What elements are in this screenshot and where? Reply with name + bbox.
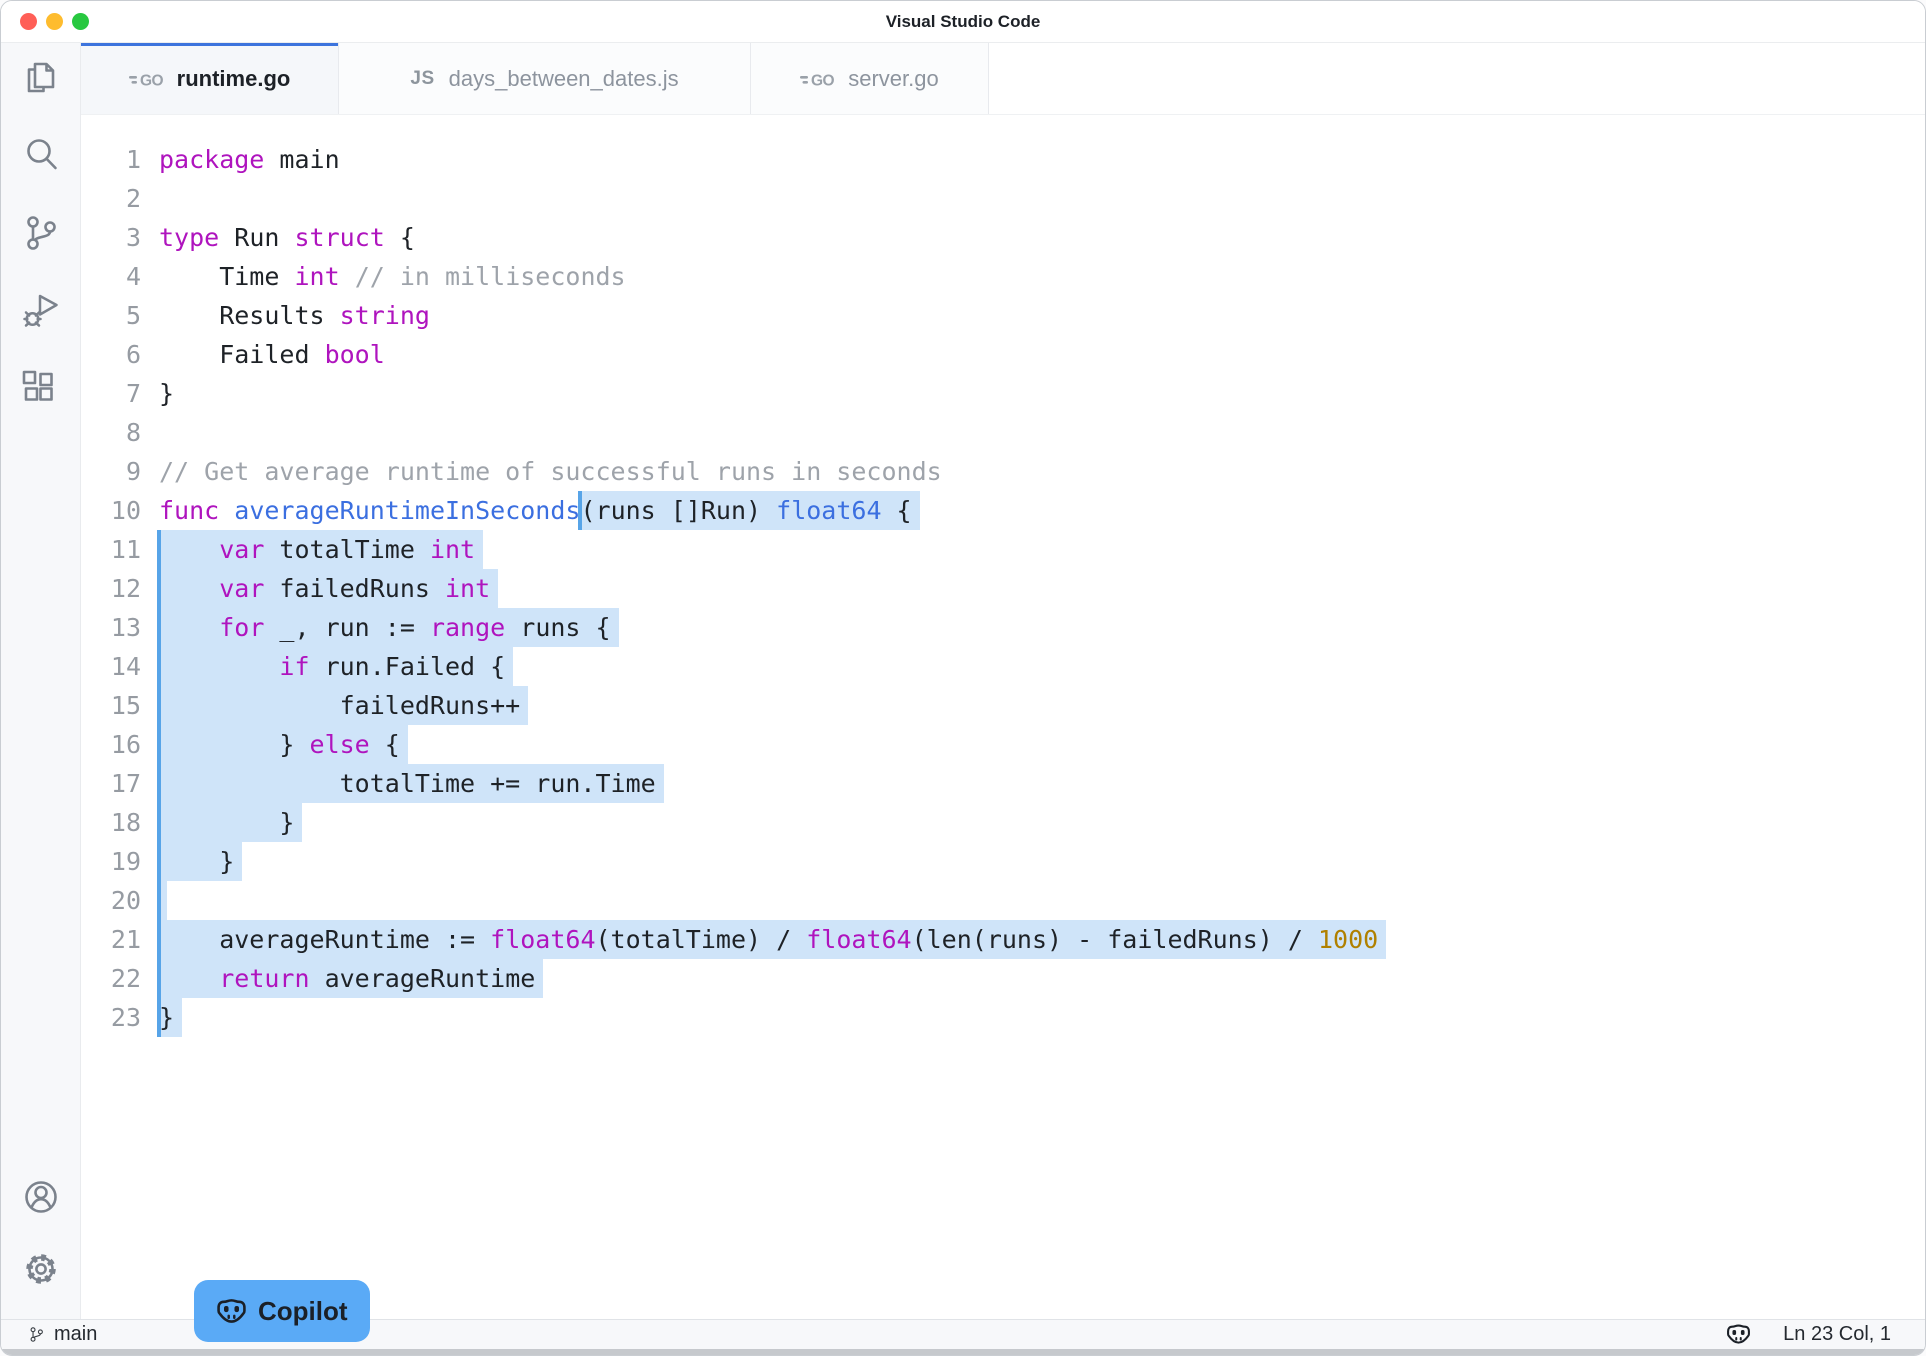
account-icon[interactable] <box>19 1175 63 1219</box>
code-line[interactable]: 1 package main <box>81 140 1925 179</box>
explorer-icon[interactable] <box>19 55 63 99</box>
code-text: if run.Failed { <box>159 652 505 681</box>
tab-runtime-go[interactable]: runtime.go <box>81 43 339 114</box>
code-line[interactable]: 12 var failedRuns int <box>81 569 1925 608</box>
code-text: } <box>159 808 294 837</box>
branch-icon <box>27 1325 46 1344</box>
copilot-label: Copilot <box>258 1296 348 1327</box>
code-line[interactable]: 14 if run.Failed { <box>81 647 1925 686</box>
line-number: 9 <box>81 457 141 486</box>
line-number: 17 <box>81 769 141 798</box>
line-number: 22 <box>81 964 141 993</box>
go-file-icon <box>129 69 163 89</box>
line-number: 2 <box>81 184 141 213</box>
cursor-position[interactable]: Ln 23 Col, 1 <box>1783 1323 1891 1346</box>
code-text: func averageRuntimeInSeconds(runs []Run)… <box>159 496 912 525</box>
code-text: } <box>159 379 174 408</box>
search-icon[interactable] <box>19 133 63 177</box>
line-number: 21 <box>81 925 141 954</box>
activity-bar <box>1 43 81 1321</box>
copilot-badge[interactable]: Copilot <box>194 1280 370 1342</box>
code-text: package main <box>159 145 340 174</box>
code-editor[interactable]: 1package main23type Run struct {4 Time i… <box>81 115 1925 1321</box>
code-line[interactable]: 2 <box>81 179 1925 218</box>
code-line[interactable]: 8 <box>81 413 1925 452</box>
code-line[interactable]: 4 Time int // in milliseconds <box>81 257 1925 296</box>
branch-indicator[interactable]: main <box>1 1323 97 1346</box>
branch-name: main <box>54 1323 97 1346</box>
tab-label: server.go <box>848 66 939 92</box>
line-number: 19 <box>81 847 141 876</box>
source-control-icon[interactable] <box>19 211 63 255</box>
vscode-window: Visual Studio Code <box>0 0 1926 1356</box>
code-text: // Get average runtime of successful run… <box>159 457 942 486</box>
code-line[interactable]: 22 return averageRuntime <box>81 959 1925 998</box>
code-line[interactable]: 23} <box>81 998 1925 1037</box>
code-line[interactable]: 17 totalTime += run.Time <box>81 764 1925 803</box>
code-text: } <box>159 1003 174 1032</box>
code-text: failedRuns++ <box>159 691 520 720</box>
line-number: 23 <box>81 1003 141 1032</box>
settings-gear-icon[interactable] <box>19 1247 63 1291</box>
line-number: 16 <box>81 730 141 759</box>
go-file-icon <box>800 69 834 89</box>
line-number: 13 <box>81 613 141 642</box>
tab-bar: runtime.go JS days_between_dates.js serv… <box>81 43 1925 115</box>
line-number: 4 <box>81 262 141 291</box>
window-bottom-edge <box>1 1349 1925 1355</box>
code-text: Failed bool <box>159 340 385 369</box>
title-bar: Visual Studio Code <box>1 1 1925 43</box>
tab-days-between-dates-js[interactable]: JS days_between_dates.js <box>339 43 751 114</box>
line-number: 1 <box>81 145 141 174</box>
line-number: 5 <box>81 301 141 330</box>
code-line[interactable]: 18 } <box>81 803 1925 842</box>
run-debug-icon[interactable] <box>19 289 63 333</box>
code-text: } else { <box>159 730 400 759</box>
code-line[interactable]: 7} <box>81 374 1925 413</box>
code-text: Time int // in milliseconds <box>159 262 626 291</box>
code-line[interactable]: 9 // Get average runtime of successful ru… <box>81 452 1925 491</box>
tab-server-go[interactable]: server.go <box>751 43 989 114</box>
line-number: 18 <box>81 808 141 837</box>
code-text: } <box>159 847 234 876</box>
code-line[interactable]: 16 } else { <box>81 725 1925 764</box>
code-line[interactable]: 21 averageRuntime := float64(totalTime) … <box>81 920 1925 959</box>
code-text: var failedRuns int <box>159 574 490 603</box>
code-line[interactable]: 6 Failed bool <box>81 335 1925 374</box>
code-line[interactable]: 15 failedRuns++ <box>81 686 1925 725</box>
line-number: 12 <box>81 574 141 603</box>
code-line[interactable]: 5 Results string <box>81 296 1925 335</box>
code-text: totalTime += run.Time <box>159 769 656 798</box>
line-number: 10 <box>81 496 141 525</box>
tab-label: days_between_dates.js <box>449 66 679 92</box>
tab-label: runtime.go <box>177 66 291 92</box>
code-line[interactable]: 13 for _, run := range runs { <box>81 608 1925 647</box>
extensions-icon[interactable] <box>19 367 63 411</box>
copilot-status-icon[interactable] <box>1726 1322 1751 1347</box>
selection-edge-bar <box>157 881 161 920</box>
line-number: 15 <box>81 691 141 720</box>
code-text: type Run struct { <box>159 223 415 252</box>
line-number: 6 <box>81 340 141 369</box>
code-text: Results string <box>159 301 430 330</box>
code-text: averageRuntime := float64(totalTime) / f… <box>159 925 1378 954</box>
js-file-icon: JS <box>410 68 434 90</box>
copilot-icon <box>216 1296 247 1327</box>
code-text: var totalTime int <box>159 535 475 564</box>
code-line[interactable]: 10 func averageRuntimeInSeconds(runs []Ru… <box>81 491 1925 530</box>
window-title: Visual Studio Code <box>1 12 1925 32</box>
line-number: 7 <box>81 379 141 408</box>
line-number: 14 <box>81 652 141 681</box>
line-number: 11 <box>81 535 141 564</box>
code-line[interactable]: 19 } <box>81 842 1925 881</box>
code-text: for _, run := range runs { <box>159 613 611 642</box>
code-text: return averageRuntime <box>159 964 535 993</box>
line-number: 8 <box>81 418 141 447</box>
line-number: 20 <box>81 886 141 915</box>
code-line[interactable]: 3 type Run struct { <box>81 218 1925 257</box>
code-line[interactable]: 11 var totalTime int <box>81 530 1925 569</box>
line-number: 3 <box>81 223 141 252</box>
code-line[interactable]: 20 <box>81 881 1925 920</box>
